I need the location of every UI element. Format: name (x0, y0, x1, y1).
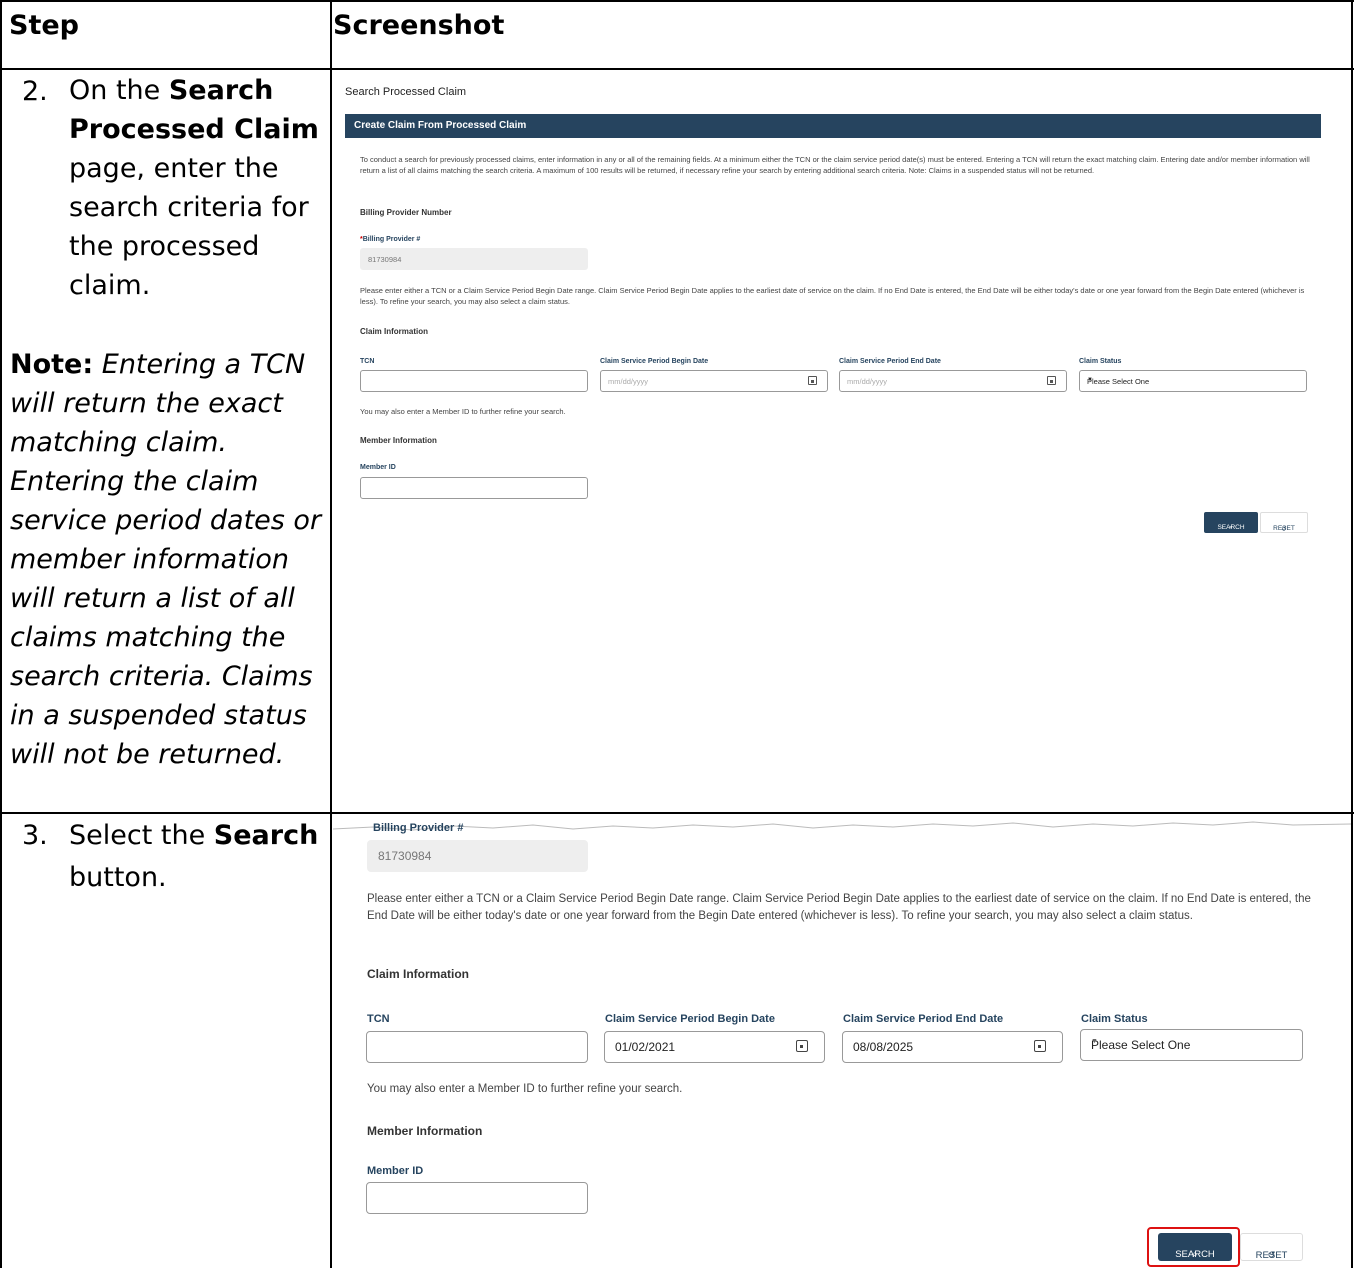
reset-button-label: RESET (1273, 525, 1295, 532)
step-2-text-pre: On the (69, 75, 169, 106)
table-border-top (0, 0, 1354, 2)
reset-button[interactable]: ↺ RESET (1260, 512, 1308, 533)
page-title: Search Processed Claim (345, 86, 467, 98)
step-2-text: On the Search Processed Claim page, ente… (69, 71, 324, 305)
claim-status-label: Claim Status (1081, 1013, 1148, 1025)
tcn-label: TCN (367, 1013, 390, 1025)
screenshot-search-form: Search Processed Claim Create Claim From… (333, 70, 1351, 810)
step-3-text: Select the Search button. (69, 815, 324, 899)
reset-button-label: RESET (1255, 1250, 1288, 1261)
claim-info-section-title: Claim Information (360, 327, 429, 336)
torn-edge (333, 821, 1351, 831)
member-info-section-title: Member Information (367, 1124, 483, 1138)
step-3-text-post: button. (69, 862, 167, 893)
claim-status-label: Claim Status (1079, 358, 1122, 365)
member-id-label: Member ID (360, 464, 396, 471)
chevron-down-icon: ▼ (1091, 1038, 1098, 1045)
begin-date-label: Claim Service Period Begin Date (600, 358, 709, 365)
tcn-input[interactable] (360, 370, 588, 392)
begin-date-input[interactable]: 01/02/2021 (604, 1031, 825, 1063)
step-3-text-pre: Select the (69, 820, 214, 851)
step-3-text-bold: Search (213, 820, 319, 851)
table-column-divider (330, 0, 332, 1268)
billing-provider-label-text: Billing Provider # (362, 236, 421, 243)
table-border-left (0, 0, 2, 1268)
step-3-number: 3. (22, 820, 48, 851)
header-screenshot: Screenshot (333, 10, 505, 41)
section-header-bar: Create Claim From Processed Claim (345, 114, 1321, 138)
table-row-divider (0, 812, 1354, 814)
member-id-input[interactable] (366, 1182, 588, 1214)
calendar-icon[interactable] (808, 376, 817, 385)
chevron-down-icon: ▼ (1087, 377, 1093, 383)
member-hint: You may also enter a Member ID to furthe… (360, 407, 566, 416)
end-date-placeholder: mm/dd/yyyy (847, 377, 888, 386)
note-text: Entering a TCN will return the exact mat… (10, 349, 322, 770)
begin-date-label: Claim Service Period Begin Date (605, 1013, 775, 1025)
member-hint: You may also enter a Member ID to furthe… (367, 1083, 683, 1095)
claim-status-select[interactable]: Please Select One ▼ (1080, 1029, 1303, 1061)
reset-button[interactable]: ↺ RESET (1240, 1233, 1303, 1261)
tcn-label: TCN (360, 358, 375, 365)
calendar-icon[interactable] (796, 1040, 808, 1052)
billing-provider-value: 81730984 (378, 849, 432, 863)
instruction-table: Step Screenshot 2. On the Search Process… (0, 0, 1354, 1268)
date-info-text: Please enter either a TCN or a Claim Ser… (367, 893, 1311, 922)
table-border-right (1351, 0, 1353, 1268)
search-button[interactable]: ⌕ SEARCH (1158, 1233, 1232, 1261)
billing-provider-field: 81730984 (367, 840, 588, 872)
billing-provider-label: *Billing Provider # (360, 236, 420, 243)
member-info-section-title: Member Information (360, 436, 437, 445)
claim-info-section-title: Claim Information (367, 967, 470, 981)
billing-section-title: Billing Provider Number (360, 208, 452, 217)
note-label: Note: (10, 349, 94, 380)
billing-provider-field: 81730984 (360, 248, 588, 270)
end-date-input[interactable]: 08/08/2025 (842, 1031, 1063, 1063)
section-header-title: Create Claim From Processed Claim (354, 120, 527, 131)
end-date-label: Claim Service Period End Date (839, 358, 941, 365)
step-2-note: Note: Entering a TCN will return the exa… (10, 345, 328, 774)
billing-provider-label: Billing Provider # (373, 822, 464, 834)
step-2-number: 2. (22, 76, 48, 107)
claim-status-select[interactable]: Please Select One ▼ (1079, 370, 1307, 392)
search-button[interactable]: ⌕ SEARCH (1204, 512, 1258, 533)
date-info-text: Please enter either a TCN or a Claim Ser… (360, 286, 1305, 306)
search-button-label: SEARCH (1217, 524, 1245, 531)
begin-date-value: 01/02/2021 (615, 1040, 676, 1054)
begin-date-input[interactable]: mm/dd/yyyy (600, 370, 828, 392)
member-id-label: Member ID (367, 1165, 424, 1177)
member-id-input[interactable] (360, 477, 588, 499)
step-2-text-post: page, enter the search criteria for the … (69, 153, 309, 301)
header-step: Step (9, 10, 79, 41)
calendar-icon[interactable] (1034, 1040, 1046, 1052)
end-date-value: 08/08/2025 (853, 1040, 914, 1054)
screenshot-search-filled: Billing Provider # 81730984 Please enter… (333, 815, 1351, 1268)
billing-provider-value: 81730984 (368, 255, 402, 264)
end-date-input[interactable]: mm/dd/yyyy (839, 370, 1067, 392)
tcn-input[interactable] (366, 1031, 588, 1063)
end-date-label: Claim Service Period End Date (843, 1013, 1004, 1025)
calendar-icon[interactable] (1047, 376, 1056, 385)
search-button-label: SEARCH (1175, 1249, 1215, 1260)
intro-text: To conduct a search for previously proce… (360, 155, 1310, 175)
begin-date-placeholder: mm/dd/yyyy (608, 377, 649, 386)
